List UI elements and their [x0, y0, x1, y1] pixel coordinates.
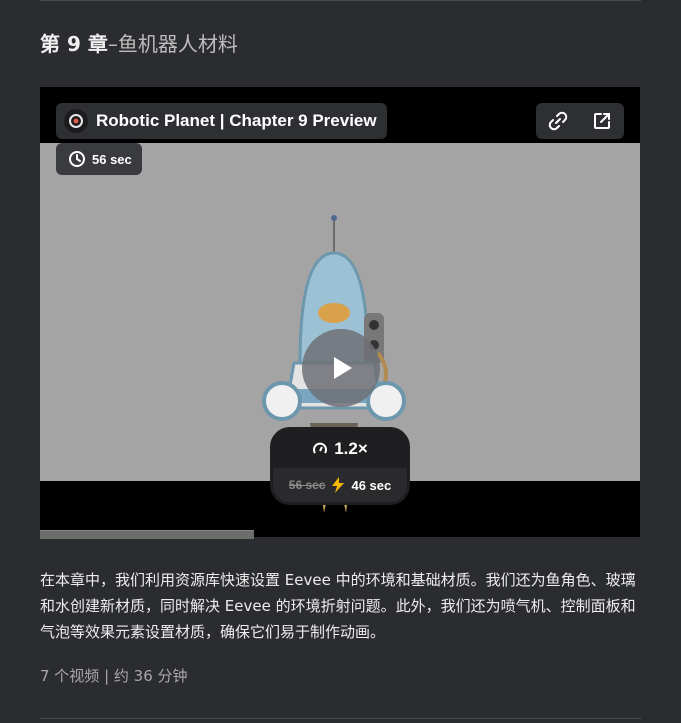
top-divider	[40, 0, 641, 1]
chapter-section: 第 9 章–鱼机器人材料 1.2× 56 sec 46 sec Robotic …	[0, 0, 681, 723]
speedometer-icon	[313, 442, 328, 454]
playback-speed-card[interactable]: 1.2× 56 sec 46 sec	[270, 427, 410, 505]
channel-logo-icon[interactable]	[64, 109, 88, 133]
clock-icon	[69, 151, 85, 167]
chapter-description: 在本章中，我们利用资源库快速设置 Eevee 中的环境和基础材质。我们还为鱼角色…	[40, 571, 636, 641]
speed-row: 1.2×	[273, 430, 407, 468]
original-duration: 56 sec	[288, 478, 326, 492]
video-progress-bar[interactable]	[40, 530, 254, 539]
video-title-bar[interactable]: Robotic Planet | Chapter 9 Preview	[56, 103, 387, 139]
speed-multiplier: 1.2×	[334, 439, 368, 458]
chapter-number: 第 9 章	[40, 32, 108, 56]
bottom-divider	[40, 718, 641, 719]
lightning-icon	[332, 477, 345, 493]
sped-up-duration: 46 sec	[351, 477, 392, 493]
chapter-meta: 7 个视频 | 约 36 分钟	[40, 667, 188, 685]
open-external-button[interactable]	[588, 107, 616, 135]
duration-text: 56 sec	[92, 151, 132, 167]
external-link-icon	[594, 113, 610, 129]
duration-badge: 56 sec	[56, 143, 142, 175]
copy-link-button[interactable]	[544, 107, 572, 135]
chapter-separator: –	[107, 32, 118, 56]
video-thumbnail[interactable]: 1.2× 56 sec 46 sec	[40, 143, 640, 513]
video-player[interactable]: 1.2× 56 sec 46 sec Robotic Planet | Chap	[40, 87, 640, 537]
chapter-title: 第 9 章–鱼机器人材料	[40, 31, 238, 57]
video-title[interactable]: Robotic Planet | Chapter 9 Preview	[96, 111, 377, 131]
link-icon	[548, 111, 568, 131]
play-icon	[334, 357, 352, 379]
time-saved-row: 56 sec 46 sec	[273, 468, 407, 502]
play-button[interactable]	[302, 329, 380, 407]
chapter-name: 鱼机器人材料	[117, 32, 238, 56]
video-actions	[536, 103, 624, 139]
